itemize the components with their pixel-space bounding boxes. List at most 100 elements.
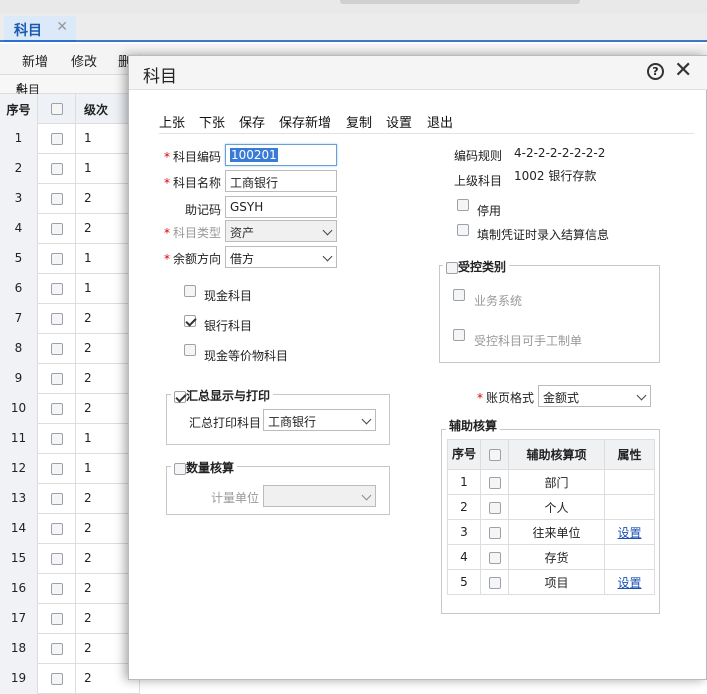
grid-row-checkbox[interactable]: [50, 402, 63, 415]
grid-seq-cell: 10: [0, 394, 38, 424]
tab-close-icon[interactable]: ✕: [56, 19, 68, 35]
grid-row-checkbox[interactable]: [50, 462, 63, 475]
grid-row-checkbox[interactable]: [50, 552, 63, 565]
table-row[interactable]: 61: [0, 274, 140, 304]
tab-subject[interactable]: 科目 ✕: [4, 16, 76, 42]
grid-row-checkbox[interactable]: [50, 162, 63, 175]
grid-row-checkbox[interactable]: [50, 432, 63, 445]
aux-row-checkbox[interactable]: [488, 551, 501, 564]
grid-seq-cell: 13: [0, 484, 38, 514]
cash-checkbox[interactable]: [184, 285, 196, 297]
settle-checkbox[interactable]: [457, 224, 469, 236]
help-icon[interactable]: ?: [647, 63, 664, 80]
grid-row-checkbox[interactable]: [50, 312, 63, 325]
table-row[interactable]: 4 存货: [447, 544, 655, 570]
ledger-select[interactable]: 金额式: [538, 385, 651, 407]
table-row[interactable]: 18 2: [0, 634, 140, 664]
table-row[interactable]: 21: [0, 154, 140, 184]
grid-row-checkbox[interactable]: [50, 342, 63, 355]
name-input[interactable]: 工商银行: [225, 170, 337, 192]
table-row[interactable]: 11 1: [0, 424, 140, 454]
table-row[interactable]: 13 2: [0, 484, 140, 514]
aux-check-header: [480, 439, 509, 470]
grid-row-checkbox[interactable]: [50, 372, 63, 385]
toolbar-add-button[interactable]: 新增: [22, 51, 48, 70]
manual-checkbox[interactable]: [453, 329, 465, 341]
table-row[interactable]: 15 2: [0, 544, 140, 574]
quantity-checkbox[interactable]: [174, 462, 186, 475]
grid-row-checkbox[interactable]: [50, 222, 63, 235]
table-row[interactable]: 11: [0, 124, 140, 154]
aux-select-all-checkbox[interactable]: [488, 449, 501, 461]
table-row[interactable]: 72: [0, 304, 140, 334]
table-row[interactable]: 5 项目 设置: [447, 569, 655, 595]
grid-select-all-checkbox[interactable]: [50, 102, 63, 115]
search-bar-edge: [340, 0, 580, 4]
grid-seq-cell: 18: [0, 634, 38, 664]
save-button[interactable]: 保存: [239, 112, 265, 131]
summary-checkbox[interactable]: [174, 390, 186, 403]
grid-row-checkbox-cell: [38, 184, 76, 214]
grid-row-checkbox[interactable]: [50, 612, 63, 625]
save-new-button[interactable]: 保存新增: [279, 112, 331, 131]
grid-row-checkbox[interactable]: [50, 642, 63, 655]
disabled-checkbox[interactable]: [457, 199, 469, 211]
toolbar-edit-button[interactable]: 修改: [71, 51, 97, 70]
grid-row-checkbox[interactable]: [50, 582, 63, 595]
table-row[interactable]: 12 1: [0, 454, 140, 484]
table-row[interactable]: 2 个人: [447, 494, 655, 520]
grid-row-checkbox-cell: [38, 274, 76, 304]
table-row[interactable]: 92: [0, 364, 140, 394]
aux-attr-setting-link[interactable]: 设置: [617, 526, 641, 540]
grid-check-header: [38, 94, 76, 124]
aux-attr-setting-link[interactable]: 设置: [617, 576, 641, 590]
grid-row-checkbox-cell: [38, 214, 76, 244]
grid-seq-cell: 3: [0, 184, 38, 214]
next-button[interactable]: 下张: [199, 112, 225, 131]
print-subject-select[interactable]: 工商银行: [263, 409, 376, 431]
table-row[interactable]: 1 部门: [447, 469, 655, 495]
aux-legend: 辅助核算: [446, 417, 501, 434]
direction-select[interactable]: 借方: [225, 246, 337, 268]
mnemonic-input[interactable]: GSYH: [225, 196, 337, 218]
close-icon[interactable]: ✕: [674, 58, 692, 83]
grid-row-checkbox[interactable]: [50, 132, 63, 145]
print-subject-label: 汇总打印科目: [189, 416, 262, 430]
prev-button[interactable]: 上张: [159, 112, 185, 131]
copy-button[interactable]: 复制: [346, 112, 372, 131]
grid-row-checkbox-cell: [38, 514, 76, 544]
table-row[interactable]: 10 2: [0, 394, 140, 424]
table-row[interactable]: 32: [0, 184, 140, 214]
table-row[interactable]: 19 2: [0, 664, 140, 694]
business-label: 业务系统: [474, 294, 523, 308]
business-checkbox[interactable]: [453, 289, 465, 301]
grid-row-checkbox[interactable]: [50, 672, 63, 685]
grid-row-checkbox[interactable]: [50, 282, 63, 295]
exit-button[interactable]: 退出: [427, 112, 453, 131]
grid-row-checkbox[interactable]: [50, 192, 63, 205]
table-row[interactable]: 14 2: [0, 514, 140, 544]
quantity-legend: 数量核算: [171, 459, 238, 476]
table-row[interactable]: 42: [0, 214, 140, 244]
settings-button[interactable]: 设置: [386, 112, 412, 131]
table-row[interactable]: 16 2: [0, 574, 140, 604]
code-input[interactable]: 100201: [225, 144, 337, 166]
bank-checkbox[interactable]: [184, 315, 196, 327]
controlled-checkbox[interactable]: [446, 261, 458, 274]
grid-row-checkbox[interactable]: [50, 252, 63, 265]
table-row[interactable]: 17 2: [0, 604, 140, 634]
grid-row-checkbox[interactable]: [50, 522, 63, 535]
aux-row-checkbox[interactable]: [488, 501, 501, 514]
table-row[interactable]: 82: [0, 334, 140, 364]
aux-seq-cell: 1: [447, 469, 481, 495]
disabled-label: 停用: [477, 204, 502, 218]
grid-row-checkbox[interactable]: [50, 492, 63, 505]
table-row[interactable]: 51: [0, 244, 140, 274]
aux-row-checkbox[interactable]: [488, 576, 501, 589]
aux-row-checkbox[interactable]: [488, 526, 501, 539]
table-row[interactable]: 3 往来单位 设置: [447, 519, 655, 545]
unit-select[interactable]: [263, 485, 376, 507]
type-select[interactable]: 资产: [225, 220, 337, 242]
cash-equiv-checkbox[interactable]: [184, 344, 196, 356]
aux-row-checkbox[interactable]: [488, 476, 501, 489]
